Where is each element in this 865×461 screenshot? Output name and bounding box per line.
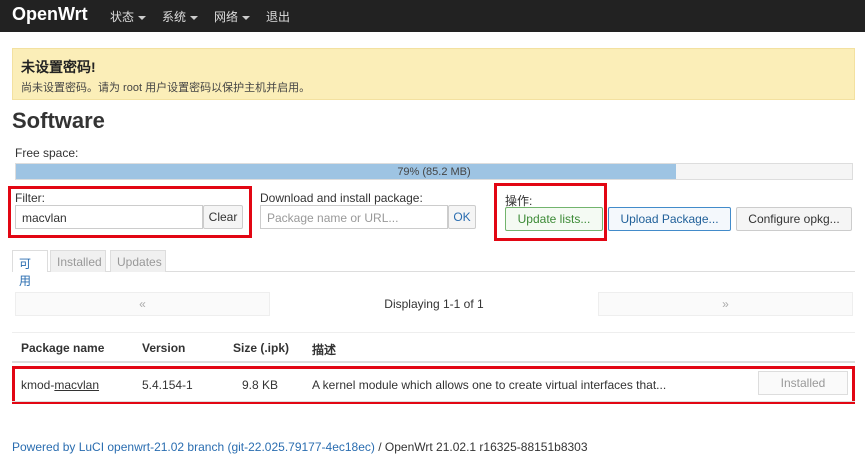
package-size: 9.8 KB — [242, 378, 279, 392]
package-name-prefix: kmod- — [21, 378, 55, 392]
table-header: Package name Version Size (.ipk) 描述 — [12, 332, 855, 363]
package-url-input[interactable]: Package name or URL... — [260, 205, 448, 229]
luci-footer-link[interactable]: Powered by LuCI openwrt-21.02 branch (gi… — [12, 440, 375, 454]
header-package-name: Package name — [21, 341, 105, 355]
tab-updates[interactable]: Updates — [110, 250, 166, 272]
upload-package-button[interactable]: Upload Package... — [608, 207, 731, 231]
package-description: A kernel module which allows one to crea… — [312, 378, 667, 392]
installed-button[interactable]: Installed — [758, 371, 848, 395]
footer: Powered by LuCI openwrt-21.02 branch (gi… — [12, 440, 588, 454]
free-space-label: Free space: — [15, 146, 79, 160]
nav-status-menu[interactable]: 状态 — [110, 8, 147, 25]
alert-title: 未设置密码! — [21, 59, 96, 75]
actions-highlight-box — [494, 183, 607, 241]
pager-prev-button[interactable]: « — [15, 292, 270, 316]
nav-logout[interactable]: 退出 — [266, 8, 290, 25]
tab-installed[interactable]: Installed — [50, 250, 106, 272]
brand-logo[interactable]: OpenWrt — [12, 4, 88, 25]
nav-network-label: 网络 — [214, 10, 239, 24]
nav-system-menu[interactable]: 系统 — [162, 8, 199, 25]
download-label: Download and install package: — [260, 191, 423, 205]
pager-next-button[interactable]: » — [598, 292, 853, 316]
package-name: kmod-macvlan — [21, 378, 99, 392]
header-description: 描述 — [312, 343, 337, 357]
free-space-progress: 79% (85.2 MB) — [15, 163, 853, 180]
header-size: Size (.ipk) — [233, 341, 290, 355]
configure-opkg-button[interactable]: Configure opkg... — [736, 207, 852, 231]
chevron-down-icon — [242, 15, 251, 20]
package-name-link[interactable]: macvlan — [54, 378, 99, 392]
password-warning-alert: 未设置密码! 尚未设置密码。请为 root 用户设置密码以保护主机并启用。 — [12, 48, 855, 100]
nav-network-menu[interactable]: 网络 — [214, 8, 251, 25]
table-row: kmod-macvlan 5.4.154-1 9.8 KB A kernel m… — [12, 366, 855, 402]
page-title: Software — [12, 108, 105, 133]
progress-text: 79% (85.2 MB) — [397, 166, 471, 178]
chevron-down-icon — [138, 15, 147, 20]
header-version: Version — [142, 341, 186, 355]
nav-system-label: 系统 — [162, 10, 187, 24]
navbar: OpenWrt 状态 系统 网络 退出 — [0, 0, 865, 32]
chevron-down-icon — [190, 15, 199, 20]
filter-highlight-box — [8, 186, 252, 238]
package-tabs: 可用 Installed Updates — [12, 250, 855, 288]
footer-version: / OpenWrt 21.02.1 r16325-88151b8303 — [374, 440, 588, 454]
pager-text: Displaying 1-1 of 1 — [384, 297, 484, 311]
alert-text: 尚未设置密码。请为 root 用户设置密码以保护主机并启用。 — [21, 82, 311, 94]
ok-button[interactable]: OK — [448, 205, 476, 229]
package-version: 5.4.154-1 — [142, 378, 193, 392]
tab-available[interactable]: 可用 — [12, 250, 48, 288]
nav-status-label: 状态 — [110, 10, 135, 24]
